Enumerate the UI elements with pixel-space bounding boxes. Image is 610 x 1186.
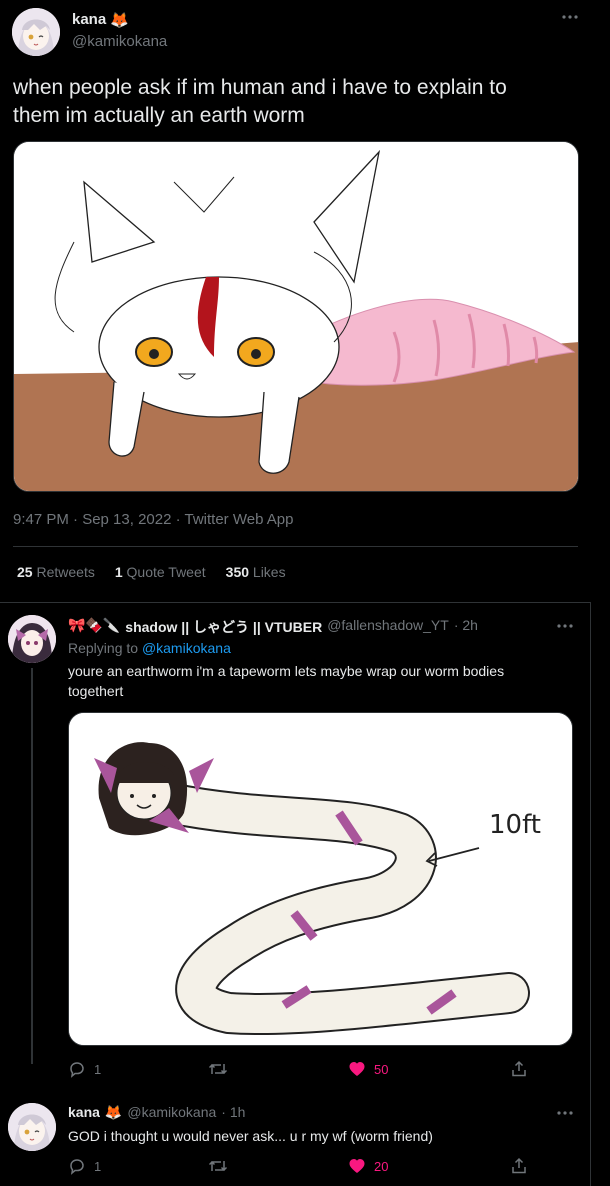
timestamp[interactable]: · 2h bbox=[454, 617, 478, 637]
likes-stat[interactable]: 350 Likes bbox=[226, 564, 286, 580]
fox-emoji: 🦊 bbox=[110, 12, 129, 29]
tweet-text-line: them im actually an earth worm bbox=[13, 104, 305, 127]
handle[interactable]: @fallenshadow_YT bbox=[327, 617, 449, 637]
reply-icon bbox=[68, 1157, 86, 1175]
handle[interactable]: @kamikokana bbox=[72, 33, 167, 50]
reply-header: kana 🦊 @kamikokana · 1h bbox=[68, 1104, 245, 1121]
reply-count: 1 bbox=[94, 1061, 102, 1077]
retweets-stat[interactable]: 25 Retweets bbox=[17, 564, 95, 580]
reply-text: GOD i thought u would never ask... u r m… bbox=[68, 1128, 433, 1144]
reply-text-line: youre an earthworm i'm a tapeworm lets m… bbox=[68, 663, 505, 679]
share-button[interactable] bbox=[488, 1060, 528, 1078]
reply-actions: 1 20 bbox=[68, 1157, 528, 1175]
replying-handle-link[interactable]: @kamikokana bbox=[142, 640, 231, 656]
reply-text-line: togethert bbox=[68, 683, 124, 699]
replying-label: Replying to bbox=[68, 640, 139, 656]
handle[interactable]: @kamikokana bbox=[127, 1104, 216, 1121]
like-icon bbox=[348, 1060, 366, 1078]
drawing-note: 10ft bbox=[489, 810, 541, 840]
divider bbox=[0, 602, 591, 603]
display-name[interactable]: kana bbox=[72, 11, 106, 29]
tweet-stats: 25 Retweets 1 Quote Tweet 350 Likes bbox=[17, 564, 286, 580]
reply-text: youre an earthworm i'm a tapeworm lets m… bbox=[68, 661, 578, 701]
avatar[interactable] bbox=[8, 1103, 56, 1151]
like-button[interactable]: 20 bbox=[348, 1157, 468, 1175]
divider bbox=[13, 546, 578, 547]
tweet-image[interactable] bbox=[13, 141, 579, 492]
reply-button[interactable]: 1 bbox=[68, 1060, 188, 1078]
retweets-count: 25 bbox=[17, 564, 33, 580]
retweet-icon bbox=[208, 1060, 228, 1078]
tweet-text: when people ask if im human and i have t… bbox=[13, 74, 598, 130]
retweets-label: Retweets bbox=[36, 564, 95, 580]
like-button[interactable]: 50 bbox=[348, 1060, 468, 1078]
more-icon[interactable] bbox=[562, 14, 578, 20]
retweet-button[interactable] bbox=[208, 1157, 328, 1175]
like-icon bbox=[348, 1157, 366, 1175]
like-count: 20 bbox=[374, 1158, 389, 1174]
reply-image[interactable]: 10ft bbox=[68, 712, 573, 1046]
tweet-text-line: when people ask if im human and i have t… bbox=[13, 76, 507, 99]
retweet-button[interactable] bbox=[208, 1060, 328, 1078]
column-edge bbox=[590, 602, 610, 1186]
thread-line bbox=[31, 668, 33, 1064]
reply-count: 1 bbox=[94, 1158, 102, 1174]
emoji-prefix: 🎀🍫🔪 bbox=[68, 617, 121, 633]
share-button[interactable] bbox=[488, 1157, 528, 1175]
display-name[interactable]: shadow || しゃどう || VTUBER bbox=[125, 617, 322, 637]
fox-emoji: 🦊 bbox=[104, 1104, 123, 1120]
likes-label: Likes bbox=[252, 564, 286, 580]
more-icon[interactable] bbox=[557, 1110, 573, 1116]
replying-to: Replying to @kamikokana bbox=[68, 640, 231, 656]
reply-icon bbox=[68, 1060, 86, 1078]
share-icon bbox=[510, 1157, 528, 1175]
quote-tweets-stat[interactable]: 1 Quote Tweet bbox=[115, 564, 206, 580]
avatar[interactable] bbox=[8, 615, 56, 663]
more-icon[interactable] bbox=[557, 623, 573, 629]
timestamp[interactable]: · 1h bbox=[221, 1104, 245, 1121]
reply-header: 🎀🍫🔪 shadow || しゃどう || VTUBER @fallenshad… bbox=[68, 617, 478, 637]
avatar[interactable] bbox=[12, 8, 60, 56]
like-count: 50 bbox=[374, 1061, 389, 1077]
retweet-icon bbox=[208, 1157, 228, 1175]
timestamp[interactable]: 9:47 PM · Sep 13, 2022 · Twitter Web App bbox=[13, 511, 293, 528]
reply-button[interactable]: 1 bbox=[68, 1157, 188, 1175]
share-icon bbox=[510, 1060, 528, 1078]
likes-count: 350 bbox=[225, 564, 250, 580]
quotes-count: 1 bbox=[114, 564, 123, 580]
reply-actions: 1 50 bbox=[68, 1060, 528, 1078]
quotes-label: Quote Tweet bbox=[126, 564, 206, 580]
display-name[interactable]: kana bbox=[68, 1104, 100, 1121]
